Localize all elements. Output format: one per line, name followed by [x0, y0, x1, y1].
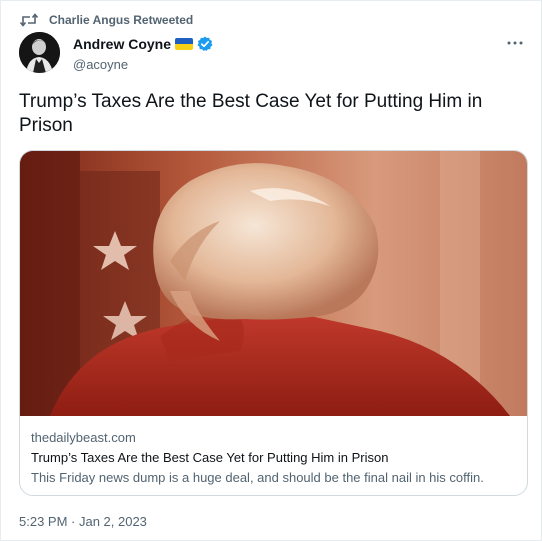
author-name[interactable]: Andrew Coyne: [73, 36, 171, 52]
tweet-timestamp[interactable]: 5:23 PM · Jan 2, 2023: [19, 514, 147, 529]
author-block: Andrew Coyne @acoyne: [73, 35, 213, 72]
retweet-icon: [19, 12, 39, 28]
ukraine-flag-icon: [175, 38, 194, 50]
retweet-header[interactable]: Charlie Angus Retweeted: [19, 11, 193, 29]
card-body: thedailybeast.com Trump’s Taxes Are the …: [31, 429, 517, 487]
card-image: [20, 151, 527, 416]
link-card[interactable]: thedailybeast.com Trump’s Taxes Are the …: [19, 150, 528, 496]
more-horizontal-icon: [507, 41, 523, 45]
avatar[interactable]: [19, 32, 60, 73]
card-domain: thedailybeast.com: [31, 430, 136, 445]
retweet-label: Charlie Angus Retweeted: [49, 13, 194, 27]
card-description: This Friday news dump is a huge deal, an…: [31, 470, 484, 485]
verified-badge-icon: [197, 36, 213, 52]
tweet-text: Trump’s Taxes Are the Best Case Yet for …: [19, 91, 483, 136]
more-options-button[interactable]: [505, 35, 525, 51]
card-title: Trump’s Taxes Are the Best Case Yet for …: [31, 450, 389, 465]
tweet-container: Charlie Angus Retweeted Andrew Coyne @ac…: [0, 0, 542, 541]
author-handle[interactable]: @acoyne: [73, 57, 213, 72]
